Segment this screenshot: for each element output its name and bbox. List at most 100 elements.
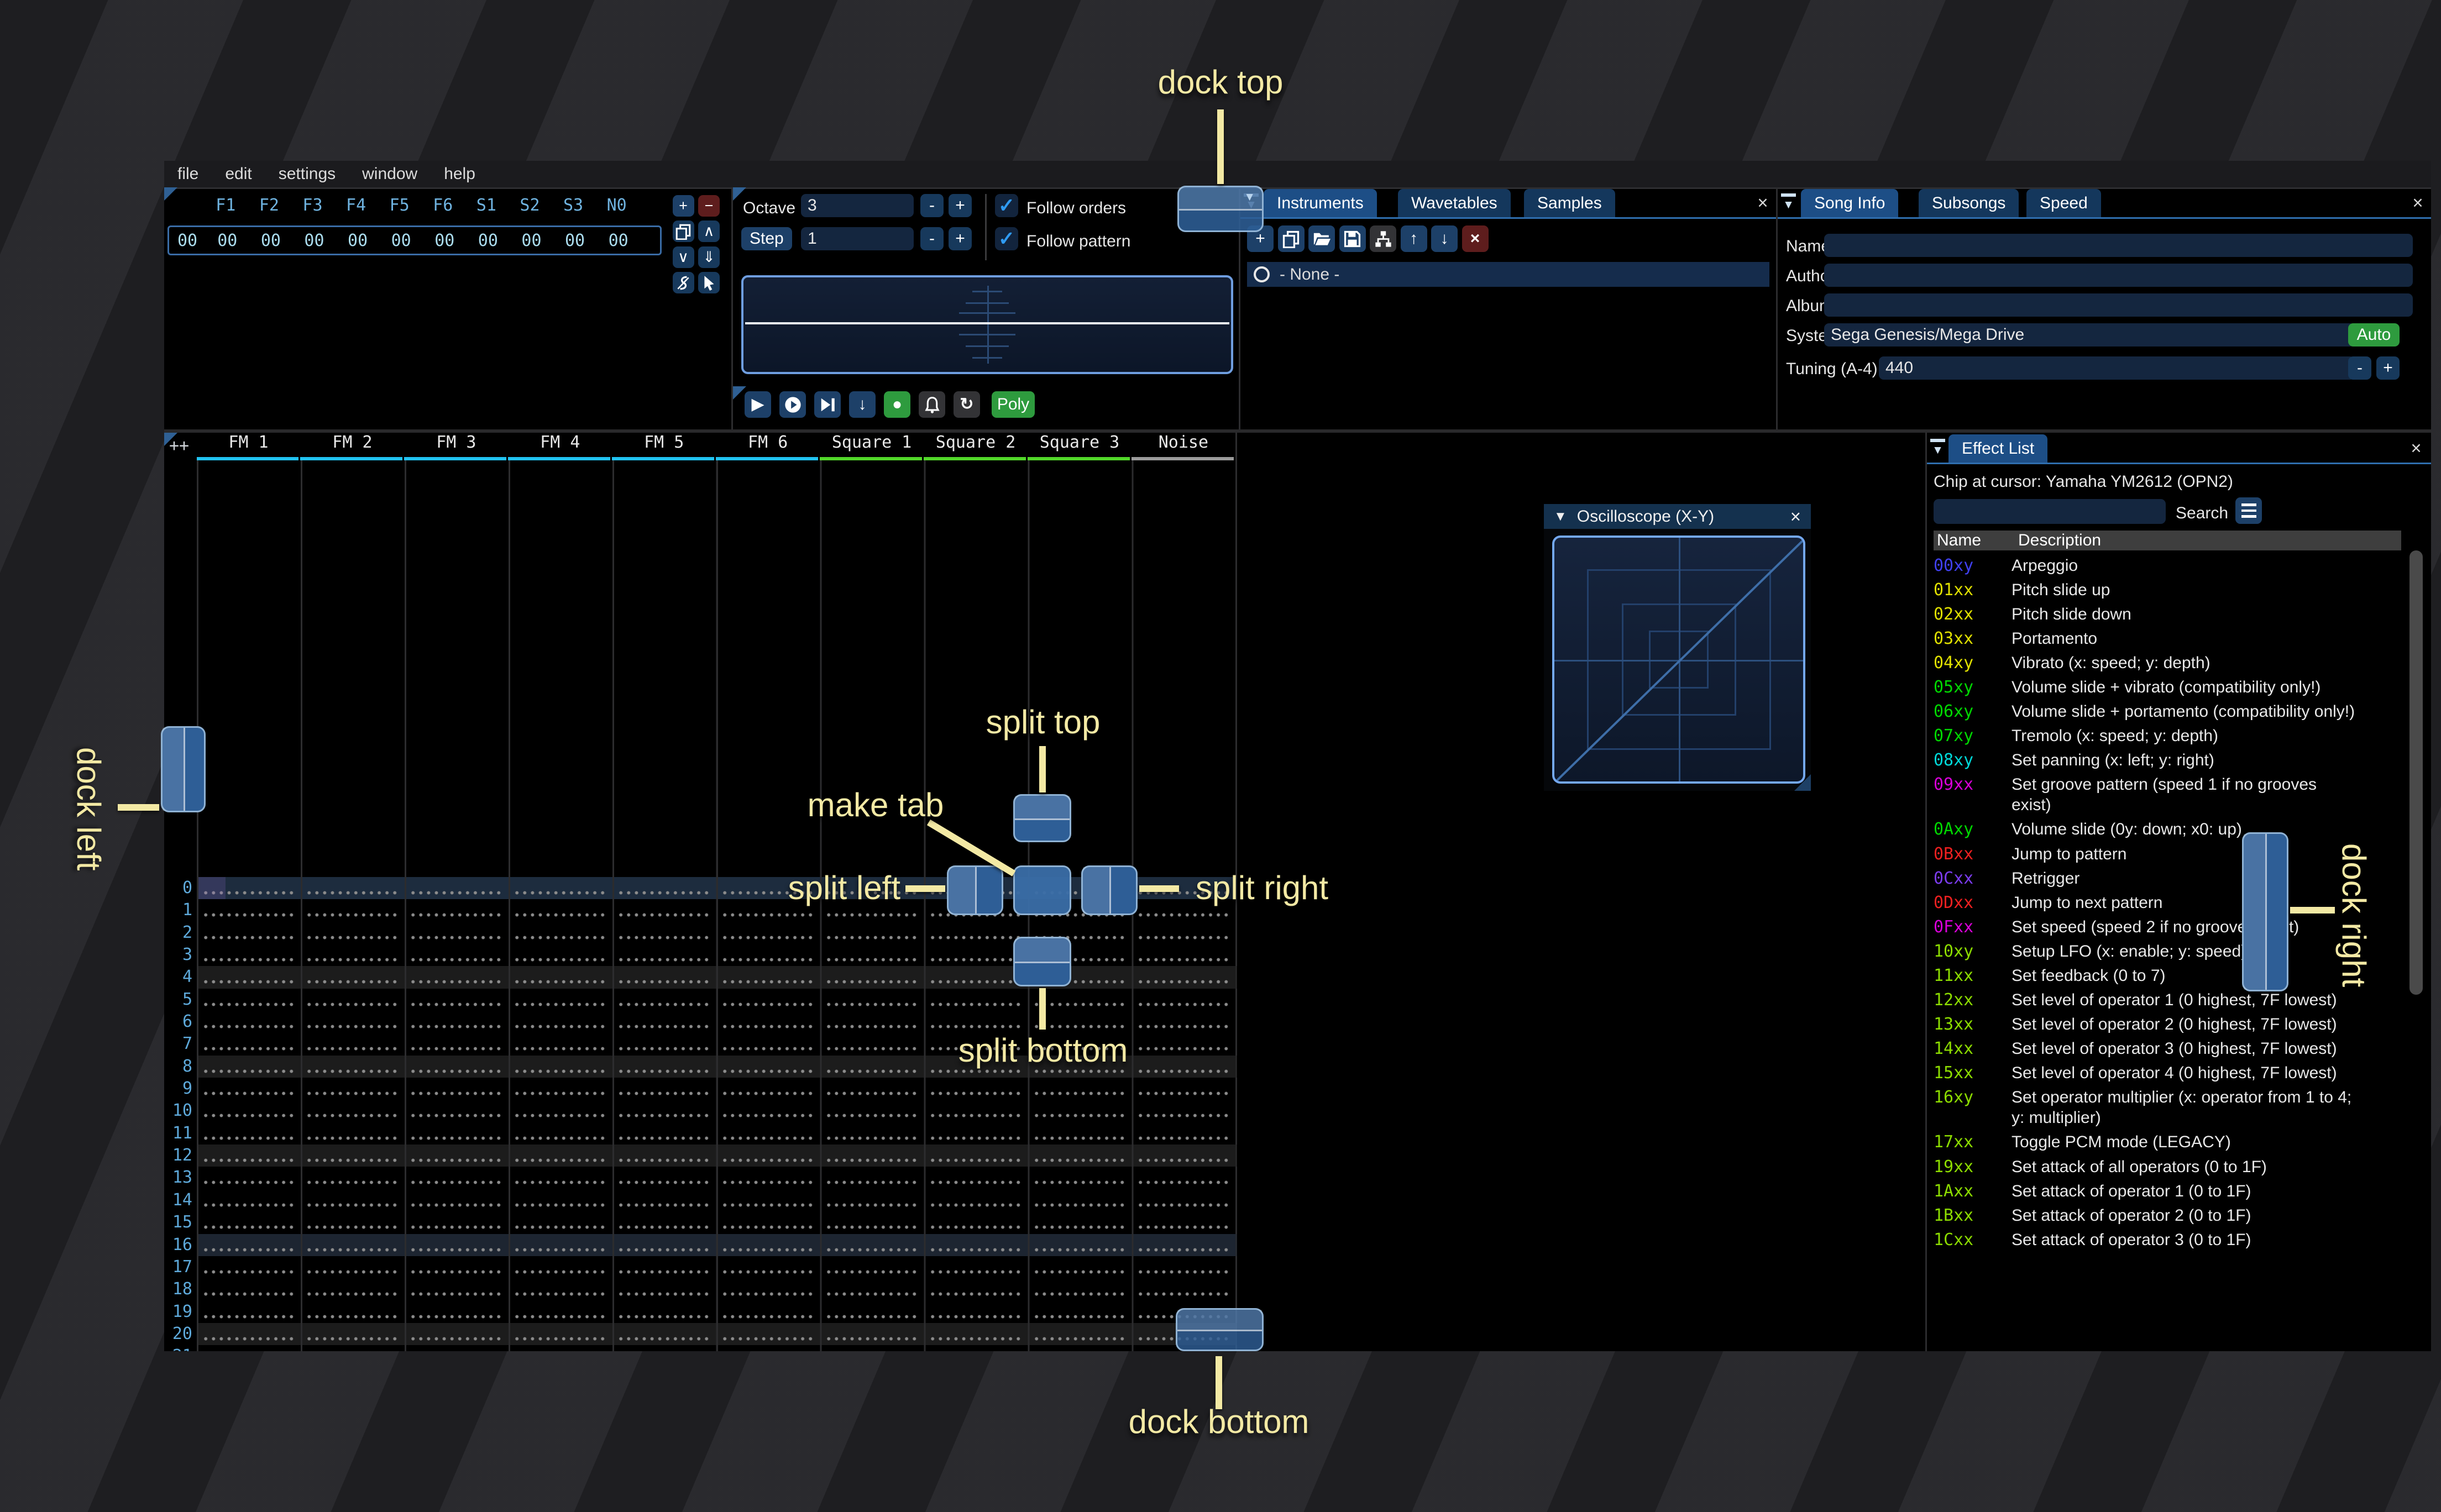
channel-header-fm-4[interactable]: FM 4: [508, 433, 612, 452]
pattern-cell[interactable]: [716, 1278, 820, 1301]
pattern-cell[interactable]: [612, 988, 716, 1011]
oscilloscope-xy-window[interactable]: ▼ Oscilloscope (X-Y) ×: [1544, 504, 1811, 791]
pattern-cell[interactable]: [924, 1211, 1028, 1234]
pattern-cell[interactable]: [1132, 988, 1235, 1011]
pattern-cell[interactable]: [716, 1256, 820, 1279]
pattern-cell[interactable]: [508, 1078, 612, 1100]
pattern-cell[interactable]: [404, 899, 508, 922]
pattern-cell[interactable]: [508, 1033, 612, 1056]
pattern-cell[interactable]: [716, 921, 820, 944]
pattern-cell[interactable]: [197, 1100, 301, 1122]
pattern-cell[interactable]: [820, 1033, 924, 1056]
channel-header-fm-1[interactable]: FM 1: [197, 433, 301, 452]
pattern-cell[interactable]: [300, 1078, 404, 1100]
pattern-cell[interactable]: [508, 1211, 612, 1234]
pattern-cell[interactable]: [924, 1345, 1028, 1351]
tab-speed[interactable]: Speed: [2026, 189, 2101, 217]
polyphony-button[interactable]: Poly: [992, 391, 1035, 418]
menu-window[interactable]: window: [349, 161, 431, 187]
pattern-cell[interactable]: [820, 1055, 924, 1078]
duplicate-instrument-button[interactable]: [1277, 225, 1305, 252]
pattern-cell[interactable]: [820, 1167, 924, 1189]
pattern-cell[interactable]: [508, 944, 612, 967]
pattern-cell[interactable]: [300, 1256, 404, 1279]
pattern-cell[interactable]: [197, 1211, 301, 1234]
step-row-button[interactable]: ↓: [849, 391, 876, 418]
pattern-cell[interactable]: [612, 921, 716, 944]
close-window-button[interactable]: ×: [1790, 506, 1801, 527]
pattern-cell[interactable]: [820, 921, 924, 944]
pattern-cell[interactable]: [924, 1300, 1028, 1323]
pattern-cell[interactable]: [820, 1256, 924, 1279]
make-tab-target[interactable]: [1013, 865, 1071, 915]
pattern-cell[interactable]: [820, 944, 924, 967]
pattern-cell[interactable]: [820, 1278, 924, 1301]
pattern-cursor-cell[interactable]: [196, 877, 226, 900]
pattern-cell[interactable]: [924, 1144, 1028, 1167]
pattern-cell[interactable]: [197, 1233, 301, 1256]
order-value-F5[interactable]: 00: [379, 231, 423, 250]
pattern-cell[interactable]: [508, 966, 612, 989]
oscilloscope-xy-titlebar[interactable]: ▼ Oscilloscope (X-Y) ×: [1544, 504, 1811, 529]
pattern-cell[interactable]: [716, 966, 820, 989]
order-value-F4[interactable]: 00: [336, 231, 380, 250]
pattern-cell[interactable]: [197, 1322, 301, 1346]
pattern-cell[interactable]: [404, 988, 508, 1011]
order-value-N0[interactable]: 00: [596, 231, 640, 250]
step-input[interactable]: 1: [801, 227, 914, 250]
tab-song-info[interactable]: Song Info: [1801, 189, 1899, 217]
pattern-cell[interactable]: [1028, 1167, 1132, 1189]
pattern-cell[interactable]: [924, 1233, 1028, 1256]
pattern-cell[interactable]: [508, 1122, 612, 1145]
collapse-window-icon[interactable]: ▼: [1554, 509, 1567, 524]
split-bottom-target[interactable]: [1013, 937, 1071, 986]
follow-pattern-checkbox[interactable]: ✓: [995, 227, 1018, 250]
close-panel-button[interactable]: ×: [2406, 438, 2426, 459]
pattern-cell[interactable]: [1132, 1167, 1235, 1189]
dock-left-target[interactable]: [161, 726, 206, 812]
pattern-cell[interactable]: [612, 1256, 716, 1279]
pattern-cell[interactable]: [300, 1322, 404, 1346]
pattern-cell[interactable]: [1028, 1189, 1132, 1212]
pattern-cell[interactable]: [1028, 1322, 1132, 1346]
channel-header-square-2[interactable]: Square 2: [924, 433, 1028, 452]
pattern-cell[interactable]: [404, 1100, 508, 1122]
metronome-button[interactable]: [919, 391, 945, 418]
collapse-panel-button[interactable]: ▼: [1929, 436, 1947, 459]
channel-header-fm-3[interactable]: FM 3: [404, 433, 508, 452]
effect-row[interactable]: 05xy Volume slide + vibrato (compatibilit…: [1934, 675, 2418, 700]
pattern-cell[interactable]: [508, 1055, 612, 1078]
auto-system-button[interactable]: Auto: [2348, 323, 2400, 347]
pattern-cell[interactable]: [820, 1122, 924, 1145]
pattern-cell[interactable]: [1132, 966, 1235, 989]
oscilloscope-strip[interactable]: [741, 275, 1233, 374]
dock-top-target[interactable]: ▼: [1177, 186, 1264, 232]
repeat-pattern-button[interactable]: ↻: [954, 391, 980, 418]
tuning-increase-button[interactable]: +: [2376, 356, 2400, 380]
pattern-cell[interactable]: [924, 966, 1028, 989]
pattern-cell[interactable]: [300, 966, 404, 989]
pattern-cell[interactable]: [300, 1100, 404, 1122]
pattern-cell[interactable]: [404, 1189, 508, 1212]
effect-row[interactable]: 17xx Toggle PCM mode (LEGACY): [1934, 1131, 2418, 1155]
pattern-cell[interactable]: [404, 1233, 508, 1256]
channel-header-fm-2[interactable]: FM 2: [300, 433, 404, 452]
octave-increase-button[interactable]: +: [949, 194, 972, 217]
pattern-cell[interactable]: [820, 1233, 924, 1256]
pattern-cell[interactable]: [508, 1233, 612, 1256]
effect-row[interactable]: 19xx Set attack of all operators (0 to 1F…: [1934, 1155, 2418, 1179]
toggle-folders-button[interactable]: [1370, 225, 1396, 252]
pattern-cell[interactable]: [404, 1322, 508, 1346]
pattern-cell[interactable]: [1132, 1122, 1235, 1145]
pattern-cell[interactable]: [197, 1300, 301, 1323]
pattern-cell[interactable]: [1028, 1256, 1132, 1279]
pattern-cell[interactable]: [404, 1256, 508, 1279]
pattern-cell[interactable]: [612, 1300, 716, 1323]
pattern-cell[interactable]: [924, 1167, 1028, 1189]
pattern-cell[interactable]: [924, 1078, 1028, 1100]
effect-row[interactable]: 02xx Pitch slide down: [1934, 602, 2418, 627]
step-increase-button[interactable]: +: [949, 227, 972, 250]
tab-instruments[interactable]: Instruments: [1264, 189, 1377, 217]
order-value-F2[interactable]: 00: [249, 231, 293, 250]
pattern-cell[interactable]: [404, 1122, 508, 1145]
